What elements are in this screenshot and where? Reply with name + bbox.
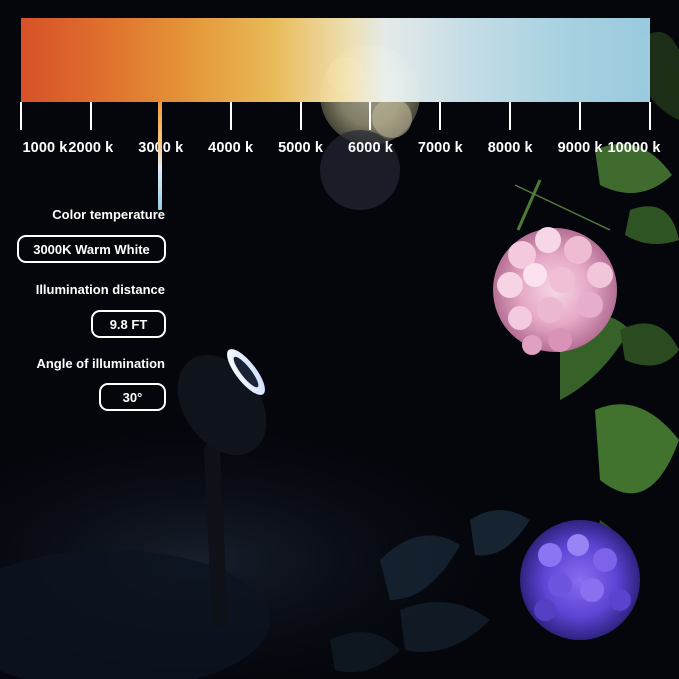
- scale-tick: [509, 102, 512, 130]
- scale-marker: [158, 102, 162, 210]
- illumination-distance-value-text: 9.8 FT: [109, 316, 148, 332]
- scale-tick: [229, 102, 232, 130]
- scale-ticks: [0, 102, 679, 132]
- illumination-distance-value: 9.8 FT: [91, 310, 166, 338]
- color-temperature-value-text: 3000K Warm White: [33, 241, 150, 257]
- color-temperature-label: Color temperature: [52, 207, 165, 222]
- color-temperature-value: 3000K Warm White: [17, 235, 166, 263]
- hydrangea-flower-purple: [520, 520, 640, 640]
- angle-of-illumination-label: Angle of illumination: [36, 356, 165, 371]
- scale-tick: [20, 102, 22, 130]
- scale-tick: [439, 102, 442, 130]
- scale-tick: [579, 102, 582, 130]
- scale-tick: [369, 102, 372, 130]
- illumination-distance-label: Illumination distance: [35, 282, 165, 297]
- scale-tick: [649, 102, 651, 130]
- color-temperature-gradient-bar: [21, 18, 650, 102]
- angle-of-illumination-value-text: 30°: [122, 389, 143, 405]
- scale-tick: [89, 102, 92, 130]
- scale-tick: [299, 102, 302, 130]
- scale-tick-label: 10000 k: [607, 140, 661, 156]
- angle-of-illumination-value: 30°: [99, 383, 166, 411]
